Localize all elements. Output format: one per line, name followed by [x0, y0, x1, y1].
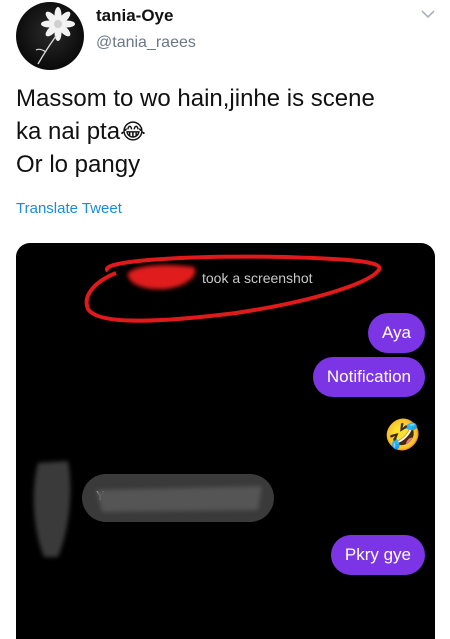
- translate-tweet-link[interactable]: Translate Tweet: [16, 200, 122, 217]
- tweet-media-image[interactable]: took a screenshot Aya Notification 🤣 Y -…: [16, 243, 435, 639]
- message-bubble-notification: Notification: [312, 357, 425, 397]
- user-handle[interactable]: @tania_raees: [96, 34, 196, 52]
- message-bubble-pkry-gye: Pkry gye: [330, 535, 425, 575]
- red-circle-annotation: [84, 254, 382, 323]
- display-name[interactable]: tania-Oye: [96, 6, 173, 26]
- chevron-down-icon[interactable]: [420, 8, 436, 20]
- censored-avatar-scribble: [33, 461, 71, 557]
- tweet-text-main: Massom to wo hain,jinhe is scene ka nai …: [16, 85, 375, 145]
- tears-of-joy-emoji: 😂: [120, 119, 146, 144]
- daisy-flower-icon: [35, 7, 75, 65]
- tears-of-joy-emoji-row: 😂😂😂😂: [252, 590, 410, 626]
- rofl-emoji: 🤣: [384, 419, 422, 452]
- avatar[interactable]: [16, 2, 84, 70]
- censor-scribble: [96, 486, 262, 512]
- tweet-text: Massom to wo hain,jinhe is scene ka nai …: [16, 82, 436, 181]
- screenshot-notice: took a screenshot: [202, 270, 313, 286]
- message-bubble-aya: Aya: [368, 313, 425, 353]
- message-bubble-left-censored: Y -: [82, 474, 274, 522]
- tweet-text-line3: Or lo pangy: [16, 151, 141, 178]
